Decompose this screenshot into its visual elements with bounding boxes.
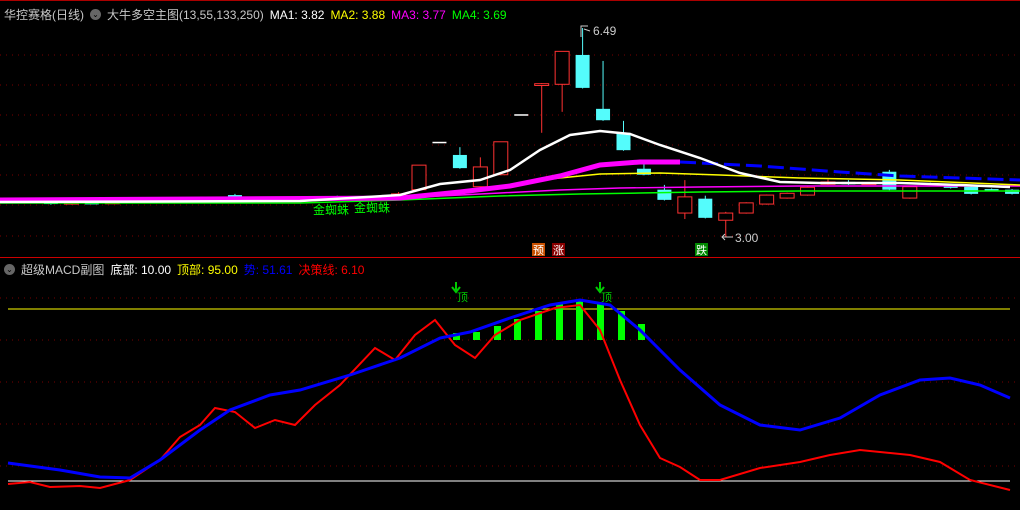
spider-signal-2: 金蜘蛛 xyxy=(354,200,390,215)
spider-signal-1: 金蜘蛛 xyxy=(313,202,349,217)
candlesticks xyxy=(3,28,1020,237)
top-signal-2: 顶 xyxy=(595,282,612,304)
candle xyxy=(718,211,734,237)
candle xyxy=(534,83,550,133)
candle xyxy=(616,120,631,151)
candle xyxy=(411,164,427,191)
candle-body xyxy=(432,141,447,144)
candle-body xyxy=(596,108,611,121)
candle xyxy=(575,28,590,89)
svg-text:顶: 顶 xyxy=(457,291,468,304)
low-marker: 3.00 xyxy=(721,231,759,245)
candle xyxy=(514,114,529,116)
candle-body xyxy=(759,194,775,205)
candle xyxy=(759,194,775,205)
up-badge: 涨 xyxy=(553,244,564,257)
candle-body xyxy=(718,212,734,221)
candle-body xyxy=(452,154,467,169)
candle-body xyxy=(575,54,590,88)
down-badge: 跌 xyxy=(696,243,707,257)
candle-body xyxy=(657,189,672,200)
candle xyxy=(596,60,611,121)
candle xyxy=(698,195,713,219)
svg-text:3.00: 3.00 xyxy=(735,231,759,245)
candle xyxy=(677,180,693,220)
candle xyxy=(554,50,570,112)
candle xyxy=(432,141,447,144)
candle xyxy=(779,192,795,199)
candle-body xyxy=(738,202,754,214)
grid-lines xyxy=(0,54,1020,467)
high-marker: 6.49 xyxy=(580,24,617,38)
candle-body xyxy=(472,166,488,188)
chart-canvas[interactable]: 6.49 3.00 金蜘蛛 金蜘蛛 预 涨 跌 顶 顶 xyxy=(0,0,1020,510)
candle-body xyxy=(514,114,529,116)
candle-body xyxy=(677,196,693,214)
arrow-down-icon xyxy=(451,282,461,294)
candle-body xyxy=(779,192,795,199)
candle xyxy=(452,147,467,169)
top-signal-1: 顶 xyxy=(451,282,468,304)
svg-text:顶: 顶 xyxy=(601,291,612,304)
candle xyxy=(738,202,754,214)
ma-dash-line xyxy=(679,160,1020,182)
candle xyxy=(902,186,918,199)
candle-body xyxy=(616,132,631,151)
candle-body xyxy=(698,198,713,218)
arrow-down-icon xyxy=(595,282,605,294)
candle-body xyxy=(411,164,427,191)
candle-body xyxy=(534,83,550,86)
candle-body xyxy=(493,141,509,176)
candle xyxy=(472,157,488,190)
svg-text:6.49: 6.49 xyxy=(593,24,617,38)
candle-body xyxy=(902,186,918,199)
candle xyxy=(1005,189,1020,195)
pre-badge: 预 xyxy=(533,244,544,257)
candle-body xyxy=(554,50,570,85)
